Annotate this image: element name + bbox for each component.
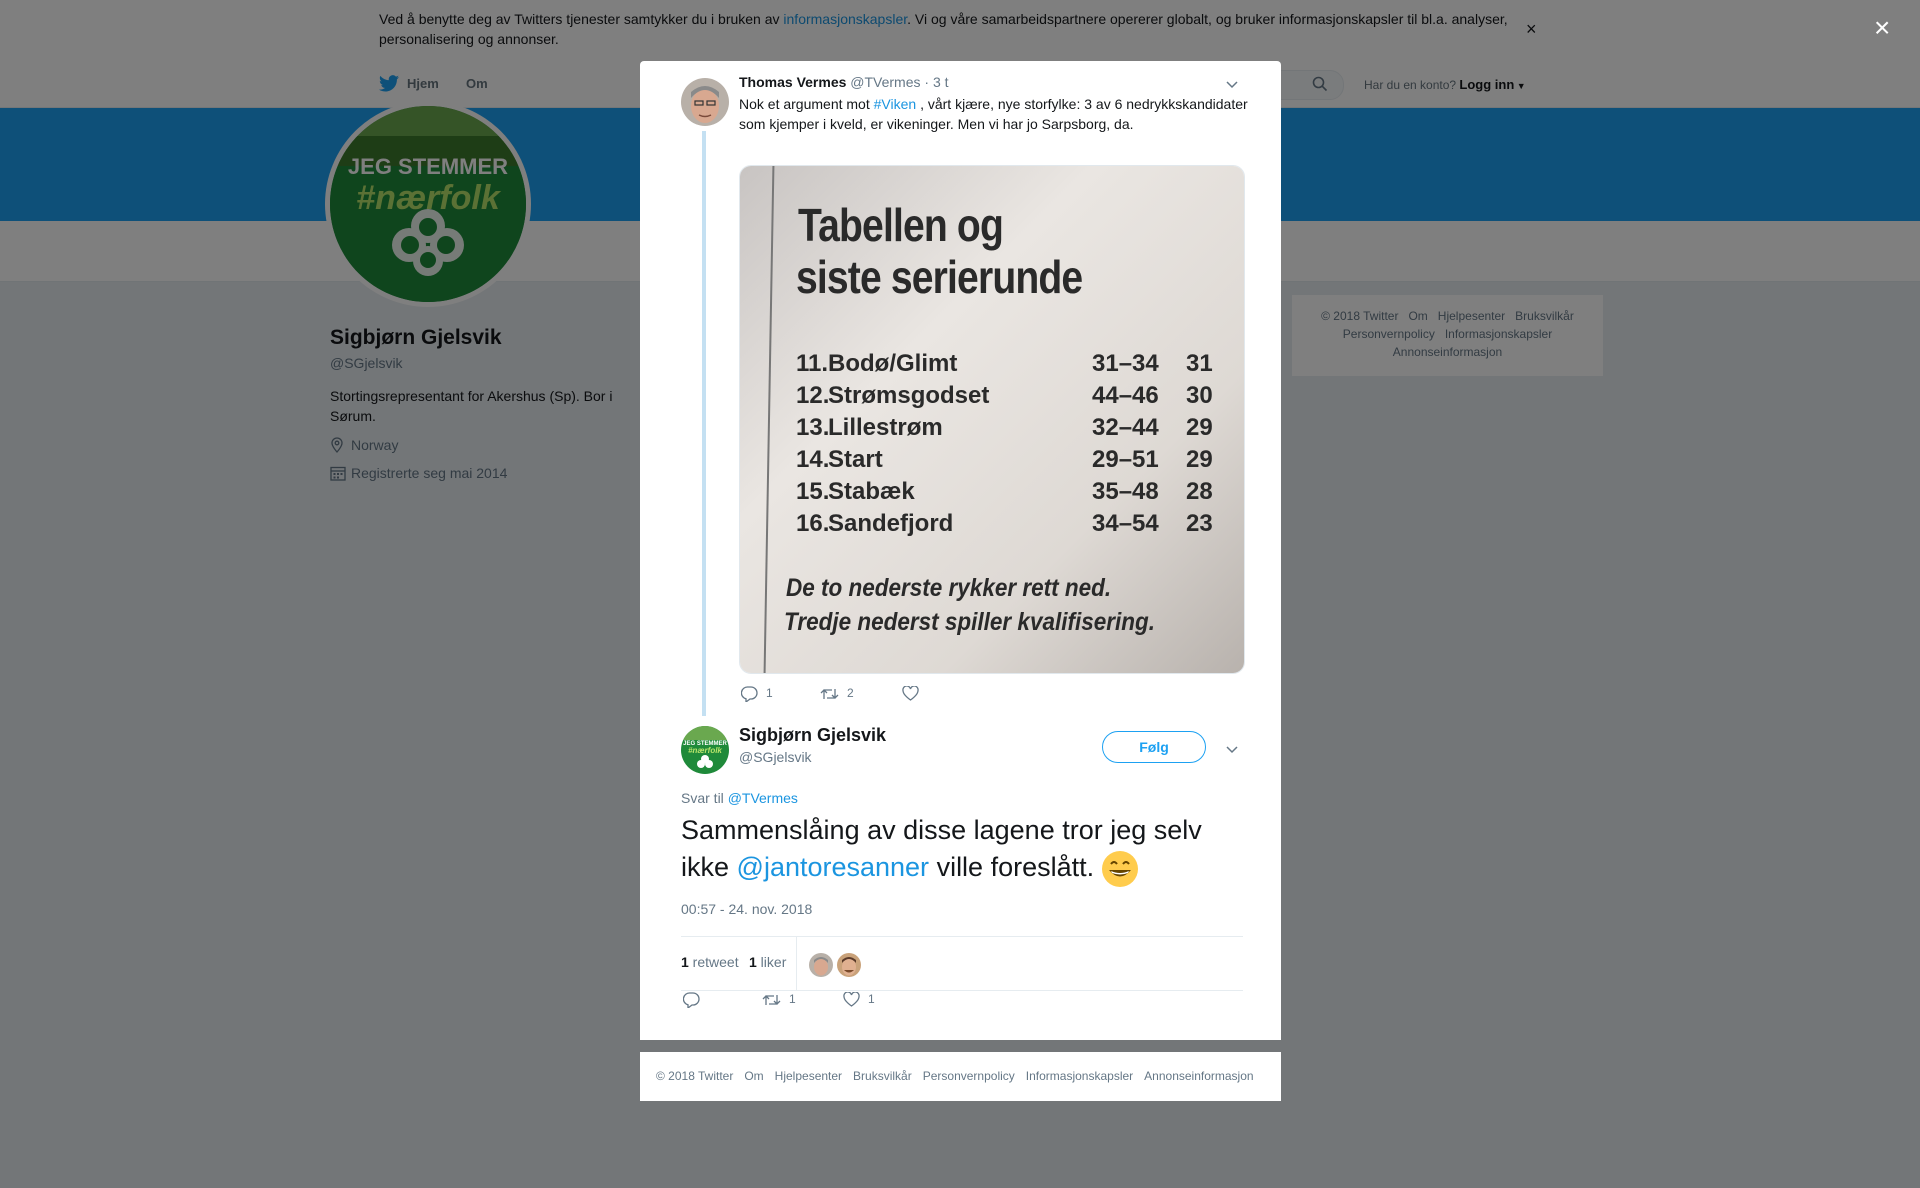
liker-avatar[interactable] [836,952,862,978]
grinning-emoji-icon [1101,850,1138,887]
follow-button[interactable]: Følg [1102,731,1206,763]
retweet-button[interactable]: 2 [820,686,854,701]
photo-note-2: Tredje nederst spiller kvalifisering. [784,608,1155,636]
hashtag-link[interactable]: #Viken [874,96,917,112]
footer-link[interactable]: © 2018 Twitter [656,1069,733,1083]
chevron-down-icon[interactable] [1226,78,1238,92]
heart-icon [902,685,919,702]
footer-link[interactable]: Bruksvilkår [853,1069,912,1083]
reply-icon [740,686,758,704]
tweet-modal: Thomas Vermes @TVermes · 3 t Nok et argu… [640,61,1281,1040]
tweet-author-name[interactable]: Thomas Vermes [739,74,846,90]
photo-row: 11. Bodø/Glimt 31–34 31 [796,350,1213,377]
reply-button[interactable]: 1 [740,686,773,704]
tweet-text: Sammenslåing av disse lagene tror jeg se… [681,812,1251,887]
photo-row: 12. Strømsgodset 44–46 30 [796,382,1213,409]
tweet-author-name[interactable]: Sigbjørn Gjelsvik [739,725,886,746]
tweet-author-handle[interactable]: @TVermes [850,74,920,90]
tweet-time[interactable]: · 3 t [924,74,948,90]
photo-row: 16. Sandefjord 34–54 23 [796,510,1213,537]
tweet-stats: 1 retweet 1 liker [681,936,1243,991]
close-modal-icon[interactable]: × [1874,12,1890,44]
mention-link[interactable]: @jantoresanner [737,852,930,882]
reply-icon [682,992,700,1010]
modal-footer: © 2018 Twitter Om Hjelpesenter Bruksvilkår P… [640,1052,1281,1101]
photo-row: 14. Start 29–51 29 [796,446,1213,473]
footer-link[interactable]: Informasjonskapsler [1026,1069,1133,1083]
photo-title-2: siste serierunde [796,251,1083,303]
like-button[interactable]: 1 [843,991,875,1008]
footer-link[interactable]: Annonseinformasjon [1144,1069,1253,1083]
liker-avatar[interactable] [808,952,834,978]
footer-link[interactable]: Om [744,1069,763,1083]
like-count-link[interactable]: 1 liker [749,954,786,970]
tweet-header: Thomas Vermes @TVermes · 3 t [739,74,949,90]
svg-text:#nærfolk: #nærfolk [688,746,722,755]
photo-title-1: Tabellen og [798,199,1004,251]
photo-row: 13. Lillestrøm 32–44 29 [796,414,1213,441]
tweet-author-handle[interactable]: @SGjelsvik [739,749,812,765]
reply-button[interactable] [682,992,708,1010]
chevron-down-icon[interactable] [1226,743,1238,757]
tweet-photo[interactable]: Tabellen og siste serierunde 11. Bodø/Gli… [739,165,1245,674]
retweet-count-link[interactable]: 1 retweet [681,954,739,970]
retweet-icon [820,688,839,699]
tweet-author-avatar[interactable] [681,78,729,126]
retweet-icon [762,994,781,1005]
photo-note-1: De to nederste rykker rett ned. [786,574,1112,602]
reply-to-handle-link[interactable]: @TVermes [728,790,798,806]
tweet-timestamp[interactable]: 00:57 - 24. nov. 2018 [681,901,812,917]
stats-divider [796,937,797,990]
thread-line [702,131,706,716]
reply-to: Svar til @TVermes [681,790,798,806]
footer-link[interactable]: Hjelpesenter [775,1069,842,1083]
heart-icon [843,991,860,1008]
tweet-author-avatar[interactable]: JEG STEMMER #nærfolk [681,726,729,774]
photo-row: 15. Stabæk 35–48 28 [796,478,1213,505]
footer-link[interactable]: Personvernpolicy [923,1069,1015,1083]
retweet-button[interactable]: 1 [762,992,796,1007]
like-button[interactable] [902,685,927,702]
tweet-text: Nok et argument mot #Viken , vårt kjære,… [739,96,1248,132]
